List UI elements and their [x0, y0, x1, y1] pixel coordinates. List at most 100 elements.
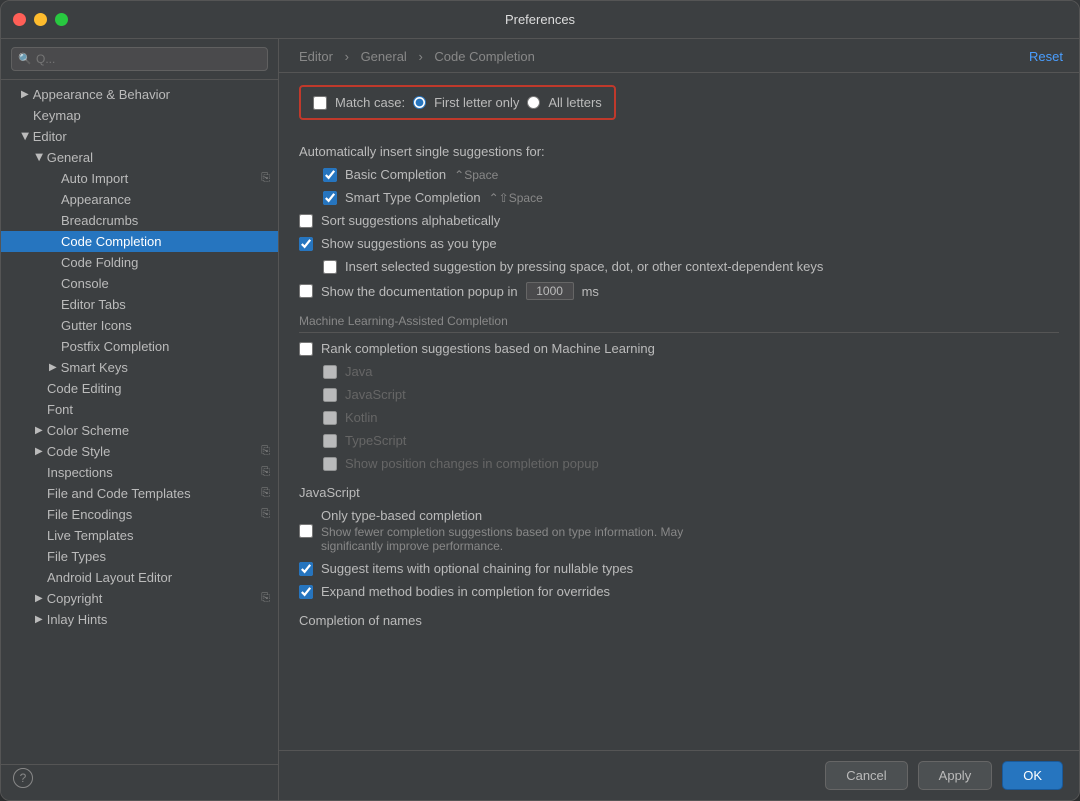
panel-body: Match case: First letter only All letter…	[279, 73, 1079, 750]
arrow-icon: ▶	[21, 89, 29, 100]
sidebar-item-code-folding[interactable]: Code Folding	[1, 252, 278, 273]
js-chaining-checkbox[interactable]	[299, 562, 313, 576]
sidebar-item-android-layout[interactable]: Android Layout Editor	[1, 567, 278, 588]
js-only-type-checkbox[interactable]	[299, 524, 313, 538]
sidebar-item-label: Keymap	[33, 108, 81, 123]
sidebar-item-label: Appearance & Behavior	[33, 87, 170, 102]
match-case-checkbox[interactable]	[313, 96, 327, 110]
breadcrumb-part1: Editor	[299, 49, 333, 64]
radio-group: First letter only All letters	[413, 95, 602, 110]
ml-kotlin-checkbox[interactable]	[323, 411, 337, 425]
doc-popup-row: Show the documentation popup in ms	[299, 282, 1059, 300]
title-bar: Preferences	[1, 1, 1079, 39]
sidebar-item-general[interactable]: ▶ General	[1, 147, 278, 168]
maximize-button[interactable]	[55, 13, 68, 26]
sidebar-item-postfix-completion[interactable]: Postfix Completion	[1, 336, 278, 357]
arrow-icon: ▶	[19, 133, 30, 141]
sidebar-item-code-editing[interactable]: Code Editing	[1, 378, 278, 399]
auto-insert-heading: Automatically insert single suggestions …	[299, 144, 545, 159]
sidebar-item-font[interactable]: Font	[1, 399, 278, 420]
js-expand-row: Expand method bodies in completion for o…	[299, 584, 1059, 599]
all-letters-radio[interactable]	[527, 96, 540, 109]
sidebar-item-file-encodings[interactable]: File Encodings ⎘	[1, 504, 278, 525]
panel-footer: Cancel Apply OK	[279, 750, 1079, 800]
minimize-button[interactable]	[34, 13, 47, 26]
search-icon: 🔍	[18, 53, 32, 66]
sidebar-item-label: General	[47, 150, 93, 165]
doc-popup-ms-input[interactable]	[526, 282, 574, 300]
ml-javascript-checkbox[interactable]	[323, 388, 337, 402]
copy-icon: ⎘	[261, 172, 270, 185]
sidebar-item-copyright[interactable]: ▶ Copyright ⎘	[1, 588, 278, 609]
sidebar-tree: ▶ Appearance & Behavior Keymap ▶ Editor …	[1, 80, 278, 764]
show-as-you-type-checkbox[interactable]	[299, 237, 313, 251]
sidebar-item-label: Auto Import	[61, 171, 128, 186]
ml-position-label: Show position changes in completion popu…	[345, 456, 599, 471]
cancel-button[interactable]: Cancel	[825, 761, 907, 790]
ml-typescript-checkbox[interactable]	[323, 434, 337, 448]
sidebar-item-editor-tabs[interactable]: Editor Tabs	[1, 294, 278, 315]
sidebar-item-label: Breadcrumbs	[61, 213, 138, 228]
ml-javascript-label: JavaScript	[345, 387, 406, 402]
js-only-type-row: Only type-based completion Show fewer co…	[299, 508, 1059, 553]
ml-rank-checkbox[interactable]	[299, 342, 313, 356]
help-button[interactable]: ?	[13, 768, 33, 788]
sidebar-item-keymap[interactable]: Keymap	[1, 105, 278, 126]
sort-alpha-checkbox[interactable]	[299, 214, 313, 228]
js-chaining-row: Suggest items with optional chaining for…	[299, 561, 1059, 576]
search-bar: 🔍	[1, 39, 278, 80]
smart-completion-row: Smart Type Completion ⌃⇧Space	[299, 190, 1059, 205]
apply-button[interactable]: Apply	[918, 761, 993, 790]
sidebar-item-label: Code Style	[47, 444, 111, 459]
sidebar-item-label: Appearance	[61, 192, 131, 207]
sidebar-item-breadcrumbs[interactable]: Breadcrumbs	[1, 210, 278, 231]
ml-java-label: Java	[345, 364, 372, 379]
ml-java-checkbox[interactable]	[323, 365, 337, 379]
ml-rank-row: Rank completion suggestions based on Mac…	[299, 341, 1059, 356]
smart-completion-checkbox[interactable]	[323, 191, 337, 205]
first-letter-label: First letter only	[434, 95, 519, 110]
sidebar-item-gutter-icons[interactable]: Gutter Icons	[1, 315, 278, 336]
reset-button[interactable]: Reset	[1029, 49, 1063, 64]
sidebar-item-live-templates[interactable]: Live Templates	[1, 525, 278, 546]
close-button[interactable]	[13, 13, 26, 26]
search-input[interactable]	[11, 47, 268, 71]
ml-position-checkbox[interactable]	[323, 457, 337, 471]
sidebar-item-label: Editor	[33, 129, 67, 144]
js-expand-checkbox[interactable]	[299, 585, 313, 599]
arrow-icon: ▶	[35, 593, 43, 604]
sidebar-item-label: File Encodings	[47, 507, 132, 522]
basic-completion-checkbox[interactable]	[323, 168, 337, 182]
ml-typescript-row: TypeScript	[299, 433, 1059, 448]
sidebar-item-label: Font	[47, 402, 73, 417]
doc-popup-checkbox[interactable]	[299, 284, 313, 298]
all-letters-label: All letters	[548, 95, 601, 110]
sidebar-item-appearance[interactable]: Appearance	[1, 189, 278, 210]
sidebar-item-appearance-behavior[interactable]: ▶ Appearance & Behavior	[1, 84, 278, 105]
arrow-icon: ▶	[35, 446, 43, 457]
insert-space-checkbox[interactable]	[323, 260, 337, 274]
sidebar-item-color-scheme[interactable]: ▶ Color Scheme	[1, 420, 278, 441]
first-letter-radio[interactable]	[413, 96, 426, 109]
ok-button[interactable]: OK	[1002, 761, 1063, 790]
doc-popup-label: Show the documentation popup in	[321, 284, 518, 299]
sidebar-item-label: Inlay Hints	[47, 612, 108, 627]
completion-names-heading: Completion of names	[299, 613, 1059, 628]
sidebar-item-code-completion[interactable]: Code Completion	[1, 231, 278, 252]
sidebar-item-label: File Types	[47, 549, 106, 564]
sidebar-item-editor[interactable]: ▶ Editor	[1, 126, 278, 147]
sidebar-item-auto-import[interactable]: Auto Import ⎘	[1, 168, 278, 189]
sidebar-item-label: Console	[61, 276, 109, 291]
sidebar-item-console[interactable]: Console	[1, 273, 278, 294]
basic-shortcut: ⌃Space	[454, 168, 498, 182]
sidebar-item-code-style[interactable]: ▶ Code Style ⎘	[1, 441, 278, 462]
sidebar-item-smart-keys[interactable]: ▶ Smart Keys	[1, 357, 278, 378]
sidebar-item-inlay-hints[interactable]: ▶ Inlay Hints	[1, 609, 278, 630]
sidebar-item-file-types[interactable]: File Types	[1, 546, 278, 567]
ml-javascript-row: JavaScript	[299, 387, 1059, 402]
ml-kotlin-row: Kotlin	[299, 410, 1059, 425]
sidebar-item-inspections[interactable]: Inspections ⎘	[1, 462, 278, 483]
show-as-you-type-row: Show suggestions as you type	[299, 236, 1059, 251]
ml-position-row: Show position changes in completion popu…	[299, 456, 1059, 471]
sidebar-item-file-code-templates[interactable]: File and Code Templates ⎘	[1, 483, 278, 504]
